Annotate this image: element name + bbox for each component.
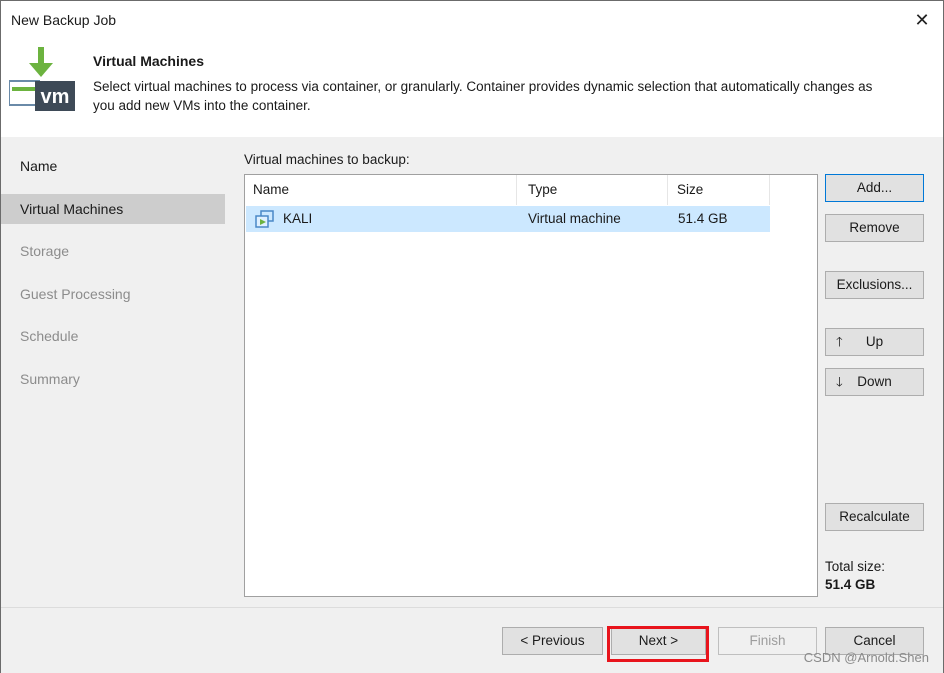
svg-text:vm: vm <box>41 86 70 108</box>
footer-bar: < Previous Next > Finish Cancel CSDN @Ar… <box>1 607 943 673</box>
vm-type: Virtual machine <box>528 211 621 226</box>
step-label: Guest Processing <box>20 286 131 302</box>
close-icon[interactable]: ✕ <box>909 7 935 33</box>
recalculate-button-label: Recalculate <box>839 509 910 524</box>
window-title: New Backup Job <box>11 12 117 28</box>
step-schedule: Schedule <box>1 321 225 351</box>
column-header-size[interactable]: Size <box>669 175 770 205</box>
page-description: Select virtual machines to process via c… <box>93 79 873 113</box>
arrow-up-icon: 🡑 <box>836 334 843 349</box>
previous-button-label: < Previous <box>520 633 585 648</box>
step-guest-processing: Guest Processing <box>1 279 225 309</box>
step-name[interactable]: Name <box>1 151 225 181</box>
step-label: Schedule <box>20 328 79 344</box>
finish-button: Finish <box>718 627 817 655</box>
recalculate-button[interactable]: Recalculate <box>825 503 924 531</box>
wizard-steps: Name Virtual Machines Storage Guest Proc… <box>1 137 227 607</box>
step-virtual-machines[interactable]: Virtual Machines <box>1 194 225 224</box>
up-button-label: Up <box>865 334 884 349</box>
vm-download-icon: vm <box>9 47 75 111</box>
page-title: Virtual Machines <box>93 53 205 69</box>
wizard-header: vm Virtual Machines Select virtual machi… <box>1 39 943 137</box>
dialog-window: New Backup Job ✕ vm Virtual Machines Sel… <box>0 0 944 673</box>
title-bar: New Backup Job ✕ <box>1 1 943 39</box>
vm-list-label: Virtual machines to backup: <box>244 152 410 167</box>
vm-size: 51.4 GB <box>678 211 728 226</box>
remove-button[interactable]: Remove <box>825 214 924 242</box>
step-label: Name <box>20 158 58 174</box>
exclusions-button[interactable]: Exclusions... <box>825 271 924 299</box>
step-label: Storage <box>20 243 70 259</box>
add-button-label: Add... <box>856 180 893 195</box>
table-row[interactable]: KALI Virtual machine 51.4 GB <box>246 206 770 232</box>
step-label: Virtual Machines <box>20 201 124 217</box>
cancel-button-label: Cancel <box>853 633 896 648</box>
column-header-type[interactable]: Type <box>520 175 668 205</box>
up-button[interactable]: 🡑 Up <box>825 328 924 356</box>
vm-name: KALI <box>283 211 313 226</box>
total-size-value: 51.4 GB <box>825 577 876 592</box>
vm-icon <box>255 210 274 228</box>
content-panel: Virtual machines to backup: Name Type Si… <box>227 137 943 607</box>
step-label: Summary <box>20 371 80 387</box>
column-header-name[interactable]: Name <box>245 175 517 205</box>
exclusions-button-label: Exclusions... <box>836 277 913 292</box>
add-button[interactable]: Add... <box>825 174 924 202</box>
finish-button-label: Finish <box>749 633 786 648</box>
watermark: CSDN @Arnold.Shen <box>803 650 929 665</box>
previous-button[interactable]: < Previous <box>502 627 603 655</box>
next-highlight-box <box>607 626 709 662</box>
step-summary: Summary <box>1 364 225 394</box>
remove-button-label: Remove <box>849 220 900 235</box>
step-storage: Storage <box>1 236 225 266</box>
total-size-label: Total size: <box>825 559 886 574</box>
vm-list[interactable]: Name Type Size KALI Virtual machine 51.4… <box>244 174 818 597</box>
arrow-down-icon: 🡓 <box>836 374 843 389</box>
down-button-label: Down <box>857 374 892 389</box>
down-button[interactable]: 🡓 Down <box>825 368 924 396</box>
